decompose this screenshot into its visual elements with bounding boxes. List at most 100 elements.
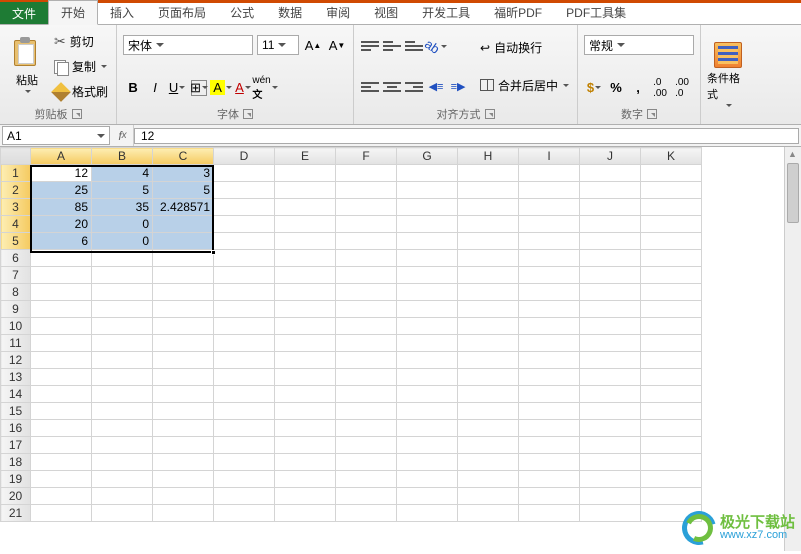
cell[interactable]	[31, 250, 92, 267]
cell[interactable]	[641, 165, 702, 182]
row-header[interactable]: 18	[1, 454, 31, 471]
cell[interactable]	[519, 318, 580, 335]
cell[interactable]	[336, 267, 397, 284]
cell[interactable]	[92, 369, 153, 386]
cell[interactable]	[153, 386, 214, 403]
tab-foxit[interactable]: 福昕PDF	[482, 1, 554, 24]
cell[interactable]	[580, 182, 641, 199]
cell[interactable]	[641, 301, 702, 318]
cell[interactable]	[397, 284, 458, 301]
column-header[interactable]: D	[214, 148, 275, 165]
cell[interactable]	[641, 369, 702, 386]
cell[interactable]	[275, 318, 336, 335]
number-format-combo[interactable]: 常规	[584, 35, 694, 55]
cell[interactable]	[275, 352, 336, 369]
name-box[interactable]: A1	[2, 126, 110, 145]
cell[interactable]	[31, 301, 92, 318]
cell[interactable]	[92, 301, 153, 318]
cell[interactable]	[153, 488, 214, 505]
cell[interactable]	[580, 420, 641, 437]
cell[interactable]	[458, 471, 519, 488]
cell[interactable]	[397, 386, 458, 403]
cell[interactable]	[458, 488, 519, 505]
cell[interactable]	[92, 420, 153, 437]
column-header[interactable]: F	[336, 148, 397, 165]
decrease-decimal-button[interactable]: .00.0	[672, 78, 692, 98]
cell[interactable]	[214, 335, 275, 352]
cell[interactable]	[92, 505, 153, 522]
tab-insert[interactable]: 插入	[98, 1, 146, 24]
shrink-font-button[interactable]: A▼	[327, 35, 347, 55]
cell[interactable]	[336, 352, 397, 369]
column-header[interactable]: I	[519, 148, 580, 165]
align-bottom-button[interactable]	[404, 36, 424, 56]
cell[interactable]	[458, 301, 519, 318]
cell[interactable]	[92, 403, 153, 420]
cell[interactable]	[336, 165, 397, 182]
cell[interactable]	[519, 352, 580, 369]
cell[interactable]	[92, 335, 153, 352]
italic-button[interactable]: I	[145, 78, 165, 98]
cell[interactable]	[580, 199, 641, 216]
cell[interactable]: 12	[31, 165, 92, 182]
cell[interactable]	[519, 216, 580, 233]
align-left-button[interactable]	[360, 77, 380, 97]
cell[interactable]	[153, 369, 214, 386]
scrollbar-thumb[interactable]	[787, 163, 799, 223]
cell[interactable]	[458, 284, 519, 301]
cell[interactable]	[580, 267, 641, 284]
cell[interactable]	[641, 420, 702, 437]
cell[interactable]: 3	[153, 165, 214, 182]
cell[interactable]	[580, 318, 641, 335]
cell[interactable]	[336, 437, 397, 454]
conditional-formatting-button[interactable]: 条件格式	[707, 29, 749, 120]
cell[interactable]	[641, 335, 702, 352]
cell[interactable]	[397, 488, 458, 505]
cell[interactable]	[153, 216, 214, 233]
cell[interactable]	[214, 437, 275, 454]
cell[interactable]	[275, 301, 336, 318]
cell[interactable]	[31, 437, 92, 454]
cell[interactable]	[397, 420, 458, 437]
cell[interactable]	[519, 369, 580, 386]
cell[interactable]	[153, 403, 214, 420]
row-header[interactable]: 2	[1, 182, 31, 199]
cell[interactable]	[397, 437, 458, 454]
cell[interactable]	[275, 420, 336, 437]
cell[interactable]	[214, 454, 275, 471]
cell[interactable]	[275, 250, 336, 267]
grow-font-button[interactable]: A▲	[303, 35, 323, 55]
cell[interactable]	[641, 352, 702, 369]
cell[interactable]	[519, 233, 580, 250]
column-header[interactable]: K	[641, 148, 702, 165]
cell[interactable]	[153, 250, 214, 267]
spreadsheet-grid[interactable]: ABCDEFGHIJK1124322555385352.428571420056…	[0, 147, 801, 551]
row-header[interactable]: 17	[1, 437, 31, 454]
cell[interactable]: 35	[92, 199, 153, 216]
cell[interactable]	[458, 216, 519, 233]
cell[interactable]	[458, 505, 519, 522]
cell[interactable]: 25	[31, 182, 92, 199]
cell[interactable]	[397, 165, 458, 182]
cell[interactable]	[397, 471, 458, 488]
accounting-format-button[interactable]: $	[584, 78, 604, 98]
cell[interactable]	[458, 335, 519, 352]
row-header[interactable]: 14	[1, 386, 31, 403]
cell[interactable]	[31, 369, 92, 386]
cell[interactable]	[153, 420, 214, 437]
cell[interactable]	[336, 386, 397, 403]
cell[interactable]	[397, 352, 458, 369]
cell[interactable]	[580, 454, 641, 471]
cell[interactable]	[458, 233, 519, 250]
cell[interactable]	[336, 284, 397, 301]
cell[interactable]	[336, 471, 397, 488]
cell[interactable]	[397, 182, 458, 199]
row-header[interactable]: 20	[1, 488, 31, 505]
cell[interactable]	[336, 301, 397, 318]
cell[interactable]	[458, 352, 519, 369]
cell[interactable]: 0	[92, 233, 153, 250]
cell[interactable]	[214, 420, 275, 437]
cell[interactable]	[458, 165, 519, 182]
cell[interactable]	[275, 403, 336, 420]
cell[interactable]	[275, 386, 336, 403]
